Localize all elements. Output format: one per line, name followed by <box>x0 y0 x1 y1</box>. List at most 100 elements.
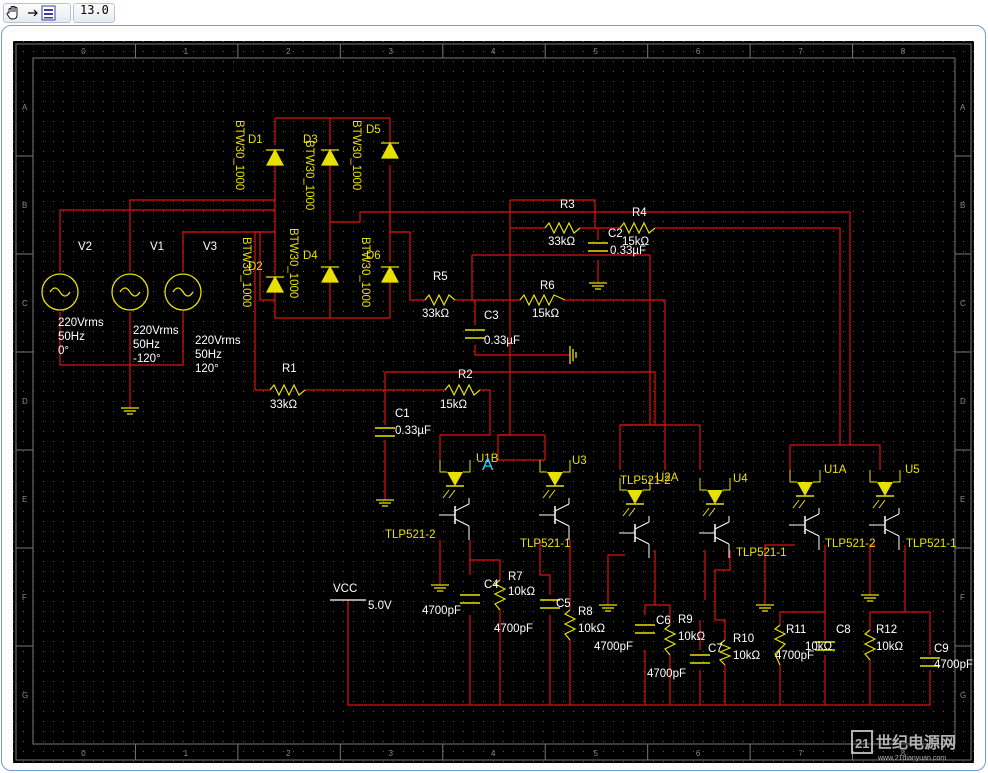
r9-name: R9 <box>678 614 693 626</box>
grid-row-label: B <box>960 201 965 210</box>
vcc-name: VCC <box>333 583 357 595</box>
grid-column-label: 7 <box>798 47 803 56</box>
source-v2-phase: 0° <box>58 345 69 357</box>
r1-value: 33kΩ <box>270 399 298 411</box>
c2-value: 0.33µF <box>610 245 646 257</box>
r5-value: 33kΩ <box>422 308 450 320</box>
toolbar: 13.0 <box>0 0 988 26</box>
r1-name: R1 <box>282 363 297 375</box>
r3-value: 33kΩ <box>548 236 576 248</box>
arrow-right-icon <box>28 9 38 17</box>
grid-row-label: F <box>960 593 965 602</box>
u1a-model: TLP521-2 <box>825 538 876 550</box>
u4-model: TLP521-1 <box>736 547 787 559</box>
grid-column-label: 1 <box>184 749 189 758</box>
r11-name: R11 <box>786 624 806 636</box>
grid-column-label: 6 <box>696 749 701 758</box>
c7-value: 4700pF <box>647 668 686 680</box>
d4-model: BTW30_1000 <box>287 228 299 298</box>
c9-value: 4700pF <box>934 659 973 671</box>
r10-name: R10 <box>733 633 754 645</box>
u5-label: U5 <box>905 464 920 476</box>
u1a-label: U1A <box>824 464 847 476</box>
document-icon <box>41 5 56 21</box>
source-v2-name: V2 <box>78 241 92 253</box>
c7-name: C7 <box>708 643 723 655</box>
c5-value: 4700pF <box>494 623 533 635</box>
tool-button[interactable] <box>3 3 71 23</box>
d1-label: D1 <box>248 134 263 146</box>
u4-label: U4 <box>733 473 748 485</box>
grid-row-label: G <box>22 691 28 700</box>
c4-value: 4700pF <box>422 605 461 617</box>
grid-row-label: E <box>960 495 965 504</box>
c6-name: C6 <box>656 615 671 627</box>
grid-row-label: B <box>22 201 27 210</box>
grid-column-label: 7 <box>798 749 803 758</box>
grid-column-label: 5 <box>593 47 598 56</box>
grid-column-label: 0 <box>81 749 86 758</box>
u2a-model: TLP521-2 <box>620 475 671 487</box>
grid-column-label: 2 <box>286 47 291 56</box>
grid-column-label: 3 <box>389 47 394 56</box>
grid-column-label: 5 <box>593 749 598 758</box>
r8-value: 10kΩ <box>578 623 606 635</box>
grid-row-label: C <box>22 299 28 308</box>
source-v3-freq: 50Hz <box>195 349 222 361</box>
d2-model: BTW30_1000 <box>240 237 252 307</box>
source-v2-amp: 220Vrms <box>58 317 104 329</box>
c8-value: 4700pF <box>775 650 814 662</box>
c4-name: C4 <box>484 579 499 591</box>
c6-value: 4700pF <box>594 641 633 653</box>
grid-row-label: C <box>960 299 966 308</box>
r5-name: R5 <box>433 271 448 283</box>
grid-column-label: 0 <box>81 47 86 56</box>
schematic-sheet[interactable]: 001122334455667788AABBCCDDEEFFGG V2 V1 V… <box>13 41 974 763</box>
c5-name: C5 <box>556 598 571 610</box>
d5-model: BTW30_1000 <box>350 120 362 190</box>
d6-model: BTW30_1000 <box>359 237 371 307</box>
grid-row-label: D <box>960 397 966 406</box>
r2-name: R2 <box>458 369 473 381</box>
grid-row-label: D <box>22 397 28 406</box>
r12-name: R12 <box>876 624 897 636</box>
r12-value: 10kΩ <box>876 641 904 653</box>
grid-column-label: 8 <box>901 47 906 56</box>
c3-name: C3 <box>484 310 499 322</box>
u1b-model: TLP521-2 <box>385 529 436 541</box>
u5-model: TLP521-1 <box>906 538 957 550</box>
source-v3-amp: 220Vrms <box>195 335 241 347</box>
d3-model: BTW30_1000 <box>303 140 315 210</box>
d1-model: BTW30_1000 <box>233 120 245 190</box>
grid-row-label: F <box>22 593 27 602</box>
grid-row-label: A <box>22 103 28 112</box>
source-v1-phase: -120° <box>133 353 161 365</box>
r10-value: 10kΩ <box>733 650 761 662</box>
c1-value: 0.33µF <box>395 425 431 437</box>
grid-column-label: 6 <box>696 47 701 56</box>
grid-column-label: 2 <box>286 749 291 758</box>
d5-label: D5 <box>366 124 381 136</box>
source-v3-phase: 120° <box>195 363 219 375</box>
c1-name: C1 <box>395 408 410 420</box>
c9-name: C9 <box>934 643 949 655</box>
watermark-url: www.21dianyuan.com <box>877 755 946 762</box>
r6-value: 15kΩ <box>532 308 560 320</box>
toolbar-value: 13.0 <box>80 3 109 17</box>
grid-row-label: G <box>960 691 966 700</box>
source-v3-name: V3 <box>203 241 217 253</box>
grid-row-label: E <box>22 495 27 504</box>
r6-name: R6 <box>540 280 555 292</box>
r7-value: 10kΩ <box>508 586 536 598</box>
r2-value: 15kΩ <box>440 399 468 411</box>
source-v1-freq: 50Hz <box>133 339 160 351</box>
probe-marker[interactable]: A <box>482 455 494 474</box>
grid-column-label: 4 <box>491 749 496 758</box>
grid-column-label: 1 <box>184 47 189 56</box>
watermark-brand: 世纪电源网 <box>876 733 956 752</box>
grid-column-label: 3 <box>389 749 394 758</box>
grid-row-label: A <box>960 103 966 112</box>
r3-name: R3 <box>560 199 575 211</box>
hand-icon <box>6 6 18 20</box>
source-v1-name: V1 <box>150 241 164 253</box>
